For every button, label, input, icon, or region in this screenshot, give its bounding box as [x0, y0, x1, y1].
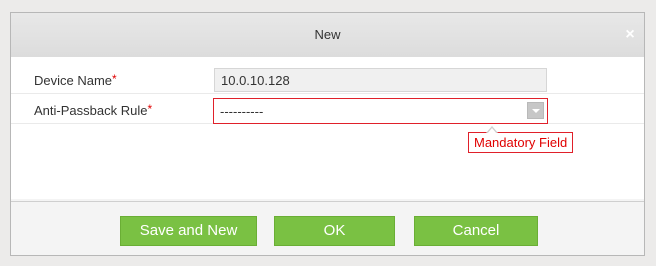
device-name-label-text: Device Name — [34, 73, 113, 88]
new-dialog: New × Device Name* 10.0.10.128 Anti-Pass… — [10, 12, 645, 256]
device-name-field: 10.0.10.128 — [214, 68, 547, 92]
required-mark: * — [147, 102, 153, 116]
dialog-titlebar: New × — [11, 13, 644, 58]
anti-passback-rule-label-text: Anti-Passback Rule — [34, 103, 148, 118]
anti-passback-rule-row: Anti-Passback Rule* ---------- — [11, 97, 644, 124]
close-icon[interactable]: × — [623, 27, 637, 43]
anti-passback-rule-select[interactable]: ---------- — [213, 98, 548, 124]
ok-button[interactable]: OK — [274, 216, 395, 246]
dialog-body: Device Name* 10.0.10.128 Anti-Passback R… — [11, 57, 644, 199]
cancel-button[interactable]: Cancel — [414, 216, 538, 246]
save-and-new-button[interactable]: Save and New — [120, 216, 257, 246]
chevron-down-icon[interactable] — [527, 102, 544, 119]
device-name-label: Device Name* — [34, 72, 117, 88]
required-mark: * — [112, 72, 117, 86]
device-name-row: Device Name* 10.0.10.128 — [11, 67, 644, 94]
anti-passback-rule-label: Anti-Passback Rule* — [34, 102, 153, 118]
anti-passback-rule-selected-value: ---------- — [220, 104, 264, 119]
footer-divider — [11, 201, 644, 202]
dialog-title: New — [314, 27, 341, 42]
mandatory-field-tooltip: Mandatory Field — [468, 126, 574, 153]
